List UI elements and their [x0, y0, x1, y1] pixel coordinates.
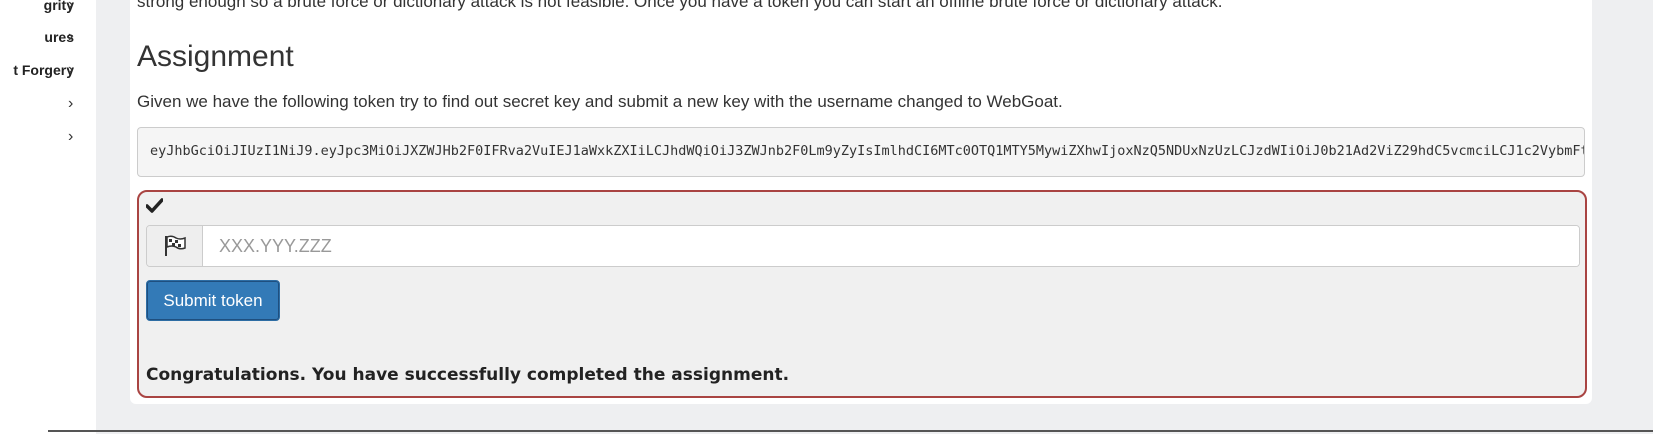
- main-content-area: strong enough so a brute force or dictio…: [96, 0, 1653, 434]
- lesson-card: strong enough so a brute force or dictio…: [130, 0, 1592, 404]
- sidebar-item-label: t Forgery: [13, 62, 74, 78]
- chevron-right-icon[interactable]: ›: [68, 28, 73, 46]
- token-input[interactable]: [203, 226, 1579, 266]
- sidebar: grity › ures › t Forgery › › ›: [0, 0, 96, 434]
- chevron-right-icon[interactable]: ›: [68, 0, 73, 14]
- chevron-right-icon[interactable]: ›: [68, 95, 73, 113]
- assignment-heading: Assignment: [137, 40, 294, 73]
- lesson-intro-text: strong enough so a brute force or dictio…: [137, 0, 1223, 11]
- chevron-right-icon[interactable]: ›: [68, 128, 73, 146]
- check-icon: [145, 198, 164, 218]
- jwt-token-box: eyJhbGciOiJIUzI1NiJ9.eyJpc3MiOiJXZWJHb2F…: [137, 127, 1585, 177]
- assignment-description: Given we have the following token try to…: [137, 92, 1063, 111]
- sidebar-item-request-forgery[interactable]: t Forgery: [13, 62, 74, 78]
- token-input-group: [146, 225, 1580, 267]
- assignment-feedback: Congratulations. You have successfully c…: [146, 365, 790, 385]
- submit-token-button[interactable]: Submit token: [146, 280, 280, 321]
- jwt-token-text: eyJhbGciOiJIUzI1NiJ9.eyJpc3MiOiJXZWJHb2F…: [150, 143, 1584, 159]
- chevron-right-icon[interactable]: ›: [68, 61, 73, 79]
- divider: [48, 430, 1653, 432]
- flag-icon: [147, 226, 203, 266]
- assignment-form: Submit token Congratulations. You have s…: [137, 190, 1587, 398]
